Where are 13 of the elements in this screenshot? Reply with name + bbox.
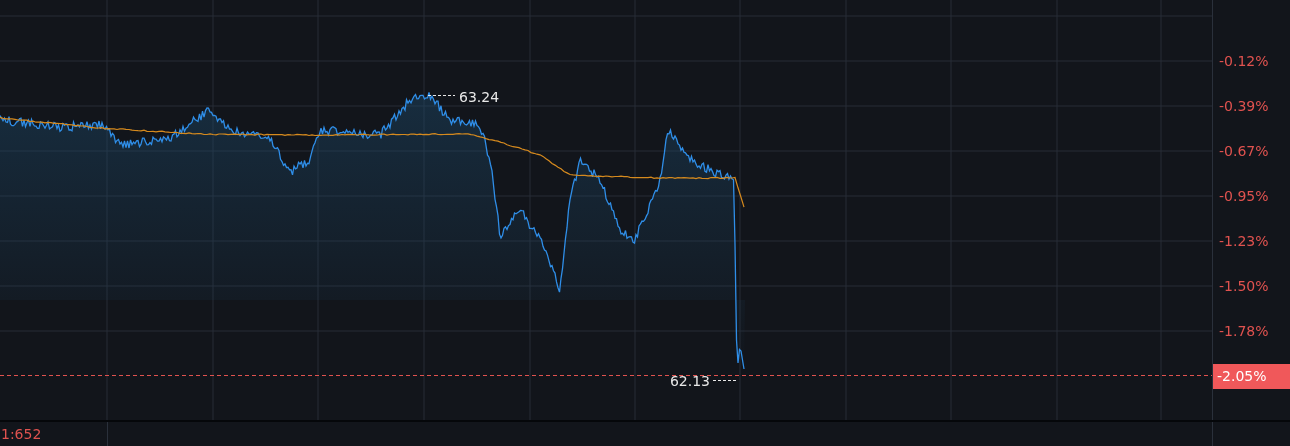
axis-label: -1.23% bbox=[1218, 232, 1270, 251]
low-price-label: 62.13 bbox=[669, 373, 710, 389]
axis-label: -0.39% bbox=[1218, 97, 1270, 116]
axis-label: -0.67% bbox=[1218, 142, 1270, 161]
current-change-badge: -2.05% bbox=[1213, 363, 1290, 389]
axis-label: -1.50% bbox=[1218, 277, 1270, 296]
high-price-label: 63.24 bbox=[459, 89, 500, 105]
indicator-value: 1:652 bbox=[0, 426, 42, 442]
axis-label: -0.95% bbox=[1218, 187, 1270, 206]
axis-label: -0.12% bbox=[1218, 52, 1270, 71]
leader-line bbox=[427, 95, 456, 96]
axis-label: -1.78% bbox=[1218, 322, 1270, 341]
leader-line bbox=[712, 380, 739, 381]
